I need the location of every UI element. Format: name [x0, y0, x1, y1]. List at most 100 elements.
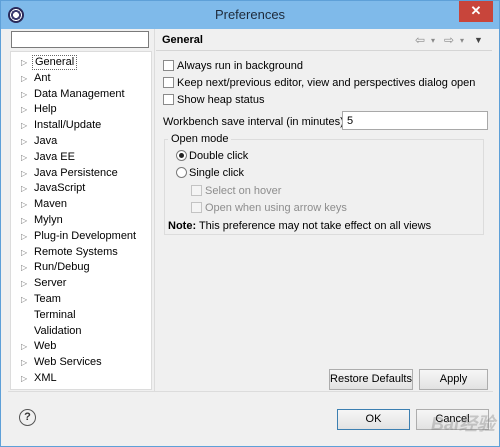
expand-arrow-icon[interactable]: ▷ — [21, 118, 29, 133]
expand-arrow-icon[interactable]: ▷ — [21, 71, 29, 86]
save-interval-input[interactable] — [342, 111, 488, 130]
expand-arrow-icon[interactable]: ▷ — [21, 166, 29, 181]
open-mode-legend: Open mode — [168, 133, 232, 145]
single-click-option[interactable]: Single click — [176, 167, 244, 181]
note-text: Note: This preference may not take effec… — [168, 220, 431, 232]
tree-item[interactable]: ▷ Data Management — [11, 87, 151, 102]
expand-arrow-icon[interactable]: ▷ — [21, 181, 29, 196]
help-icon[interactable]: ? — [19, 409, 36, 426]
show-heap-option[interactable]: Show heap status — [163, 94, 264, 108]
select-on-hover-label: Select on hover — [205, 185, 282, 197]
expand-arrow-icon[interactable]: ▷ — [21, 87, 29, 102]
tree-item-label: Maven — [34, 198, 68, 211]
double-click-label: Double click — [189, 150, 249, 162]
expand-arrow-icon[interactable]: ▷ — [21, 55, 29, 70]
watermark-logo: Bai经验 — [430, 414, 495, 434]
tree-item[interactable]: ▷ JavaScript — [11, 181, 151, 196]
sash[interactable] — [154, 29, 155, 391]
expand-arrow-icon[interactable]: ▷ — [21, 355, 29, 370]
expand-arrow-icon[interactable]: ▷ — [21, 229, 29, 244]
tree-item-label: JavaScript — [34, 182, 86, 195]
tree-item[interactable]: Validation — [11, 324, 151, 339]
show-heap-label: Show heap status — [177, 94, 265, 106]
tree-item[interactable]: ▷ Java Persistence — [11, 166, 151, 181]
expand-arrow-icon[interactable]: ▷ — [21, 292, 29, 307]
expand-arrow-icon[interactable]: ▷ — [21, 102, 29, 117]
preference-tree[interactable]: ▷ General ▷ Ant ▷ Data Management ▷ Help ▷ Instal… — [10, 51, 152, 390]
expand-arrow-icon[interactable]: ▷ — [21, 371, 29, 386]
tree-item-label: Remote Systems — [34, 245, 118, 258]
expand-arrow-icon[interactable]: ▷ — [21, 339, 29, 354]
tree-item[interactable]: ▷ Team — [11, 292, 151, 307]
tree-item[interactable]: ▷ Ant — [11, 71, 151, 86]
double-click-radio[interactable] — [176, 150, 187, 161]
restore-defaults-button[interactable]: Restore Defaults — [329, 369, 413, 390]
save-interval-label: Workbench save interval (in minutes): — [163, 116, 347, 128]
tree-item-label: Java — [34, 135, 58, 147]
chevron-down-icon[interactable]: ▾ — [431, 36, 435, 45]
tree-item-label: Validation — [34, 324, 82, 337]
tree-item-label: Server — [34, 277, 67, 290]
expand-arrow-icon[interactable]: ▷ — [21, 276, 29, 291]
chevron-down-icon[interactable]: ▾ — [460, 36, 464, 45]
expand-arrow-icon[interactable]: ▷ — [21, 134, 29, 149]
dialog-body: ▷ General ▷ Ant ▷ Data Management ▷ Help ▷ Instal… — [8, 29, 493, 441]
tree-item-label: Terminal — [34, 308, 76, 321]
tree-item-label: Web — [34, 340, 57, 353]
tree-item-label: Team — [34, 293, 61, 305]
tree-item[interactable]: ▷ Web Services — [11, 355, 151, 370]
note-body: This preference may not take effect on a… — [196, 220, 432, 232]
keep-dialog-open-label: Keep next/previous editor, view and pers… — [177, 77, 476, 89]
tree-item[interactable]: ▷ Web — [11, 339, 151, 354]
tree-item[interactable]: ▷ Plug-in Development — [11, 229, 151, 244]
tree-item[interactable]: ▷ Java EE — [11, 150, 151, 165]
tree-item[interactable]: ▷ Server — [11, 276, 151, 291]
open-arrow-keys-checkbox — [191, 202, 202, 213]
run-background-label: Always run in background — [177, 60, 303, 72]
expand-arrow-icon[interactable]: ▷ — [21, 197, 29, 212]
view-menu-icon[interactable]: ▼ — [474, 35, 483, 45]
filter-input[interactable] — [11, 31, 149, 48]
tree-item-label: Mylyn — [34, 214, 63, 226]
tree-item-label: Web Services — [34, 356, 102, 369]
keep-dialog-open-option[interactable]: Keep next/previous editor, view and pers… — [163, 77, 475, 91]
keep-dialog-open-checkbox[interactable] — [163, 77, 174, 88]
footer-divider — [8, 391, 493, 392]
title-bar[interactable]: Preferences ✕ — [1, 1, 499, 29]
tree-item[interactable]: ▷ General — [11, 55, 151, 70]
forward-arrow-icon[interactable]: ⇨ — [444, 33, 454, 47]
run-background-option[interactable]: Always run in background — [163, 60, 303, 74]
open-arrow-keys-label: Open when using arrow keys — [205, 202, 347, 214]
tree-item-label: General — [32, 55, 78, 70]
tree-item[interactable]: ▷ Help — [11, 102, 151, 117]
tree-item[interactable]: ▷ Java — [11, 134, 151, 149]
tree-item[interactable]: Terminal — [11, 308, 151, 323]
tree-item-label: XML — [34, 372, 57, 384]
single-click-label: Single click — [189, 167, 245, 179]
preferences-window: Preferences ✕ ▷ General ▷ Ant ▷ Data Manageme… — [0, 0, 500, 447]
tree-item[interactable]: ▷ Mylyn — [11, 213, 151, 228]
tree-item-label: Install/Update — [34, 119, 102, 132]
double-click-option[interactable]: Double click — [176, 150, 248, 164]
tree-item[interactable]: ▷ Maven — [11, 197, 151, 212]
expand-arrow-icon[interactable]: ▷ — [21, 213, 29, 228]
tree-item[interactable]: ▷ Remote Systems — [11, 245, 151, 260]
open-arrow-keys-option: Open when using arrow keys — [191, 202, 347, 216]
tree-item[interactable]: ▷ XML — [11, 371, 151, 386]
tree-item-label: Help — [34, 103, 57, 116]
back-arrow-icon[interactable]: ⇦ — [415, 33, 425, 47]
single-click-radio[interactable] — [176, 167, 187, 178]
apply-button[interactable]: Apply — [419, 369, 488, 390]
select-on-hover-option: Select on hover — [191, 185, 281, 199]
tree-item-label: Java EE — [34, 150, 75, 163]
ok-button[interactable]: OK — [337, 409, 410, 430]
run-background-checkbox[interactable] — [163, 60, 174, 71]
expand-arrow-icon[interactable]: ▷ — [21, 260, 29, 275]
tree-item[interactable]: ▷ Run/Debug — [11, 260, 151, 275]
expand-arrow-icon[interactable]: ▷ — [21, 150, 29, 165]
expand-arrow-icon[interactable]: ▷ — [21, 245, 29, 260]
close-button[interactable]: ✕ — [459, 1, 493, 22]
general-page: General ⇦ ▾ ⇨ ▾ ▼ Always run in backgrou… — [156, 29, 492, 391]
tree-item[interactable]: ▷ Install/Update — [11, 118, 151, 133]
show-heap-checkbox[interactable] — [163, 94, 174, 105]
